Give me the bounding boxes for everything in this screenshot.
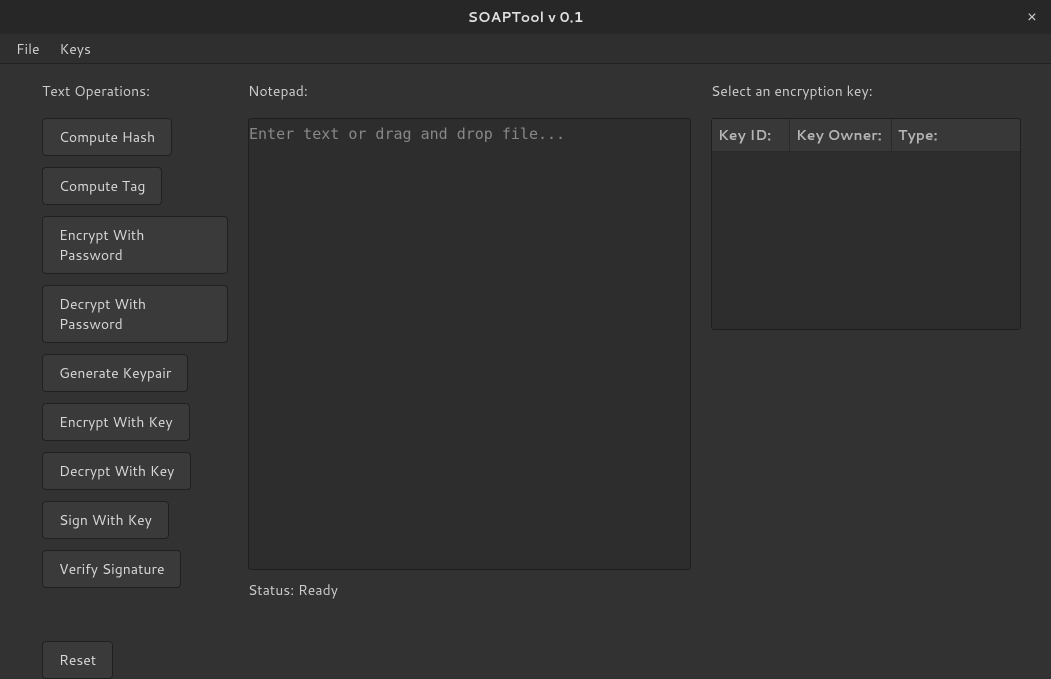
operations-heading: Text Operations: [42,82,228,102]
status-label: Status: [248,580,298,600]
titlebar: SOAPTool v 0.1 × [0,0,1051,34]
menu-keys[interactable]: Keys [50,35,101,63]
decrypt-with-password-button[interactable]: Decrypt With Password [42,285,228,343]
generate-keypair-button[interactable]: Generate Keypair [42,354,188,392]
compute-tag-button[interactable]: Compute Tag [42,167,162,205]
compute-hash-button[interactable]: Compute Hash [42,118,172,156]
encrypt-with-password-button[interactable]: Encrypt With Password [42,216,228,274]
key-column-type[interactable]: Type: [892,119,1020,151]
verify-signature-button[interactable]: Verify Signature [42,550,181,588]
key-column-owner[interactable]: Key Owner: [790,119,892,151]
window-title: SOAPTool v 0.1 [467,7,583,27]
decrypt-with-key-button[interactable]: Decrypt With Key [42,452,191,490]
operations-button-list: Compute Hash Compute Tag Encrypt With Pa… [42,118,228,679]
close-icon[interactable]: × [1023,5,1041,29]
key-table-header: Key ID: Key Owner: Type: [712,119,1020,152]
key-table[interactable]: Key ID: Key Owner: Type: [711,118,1021,330]
notepad-input[interactable] [248,118,691,570]
menubar: File Keys [0,34,1051,64]
keys-heading: Select an encryption key: [711,82,1021,102]
menu-file[interactable]: File [6,35,50,63]
status-bar: Status: Ready [248,580,691,600]
notepad-heading: Notepad: [248,82,691,102]
reset-button[interactable]: Reset [42,641,113,679]
operations-panel: Text Operations: Compute Hash Compute Ta… [42,82,228,615]
content-area: Text Operations: Compute Hash Compute Ta… [0,64,1051,625]
notepad-panel: Notepad: Status: Ready [248,82,691,615]
status-value: Ready [298,580,338,600]
key-column-id[interactable]: Key ID: [712,119,790,151]
keys-panel: Select an encryption key: Key ID: Key Ow… [711,82,1021,615]
sign-with-key-button[interactable]: Sign With Key [42,501,169,539]
encrypt-with-key-button[interactable]: Encrypt With Key [42,403,190,441]
key-table-body[interactable] [712,152,1020,330]
